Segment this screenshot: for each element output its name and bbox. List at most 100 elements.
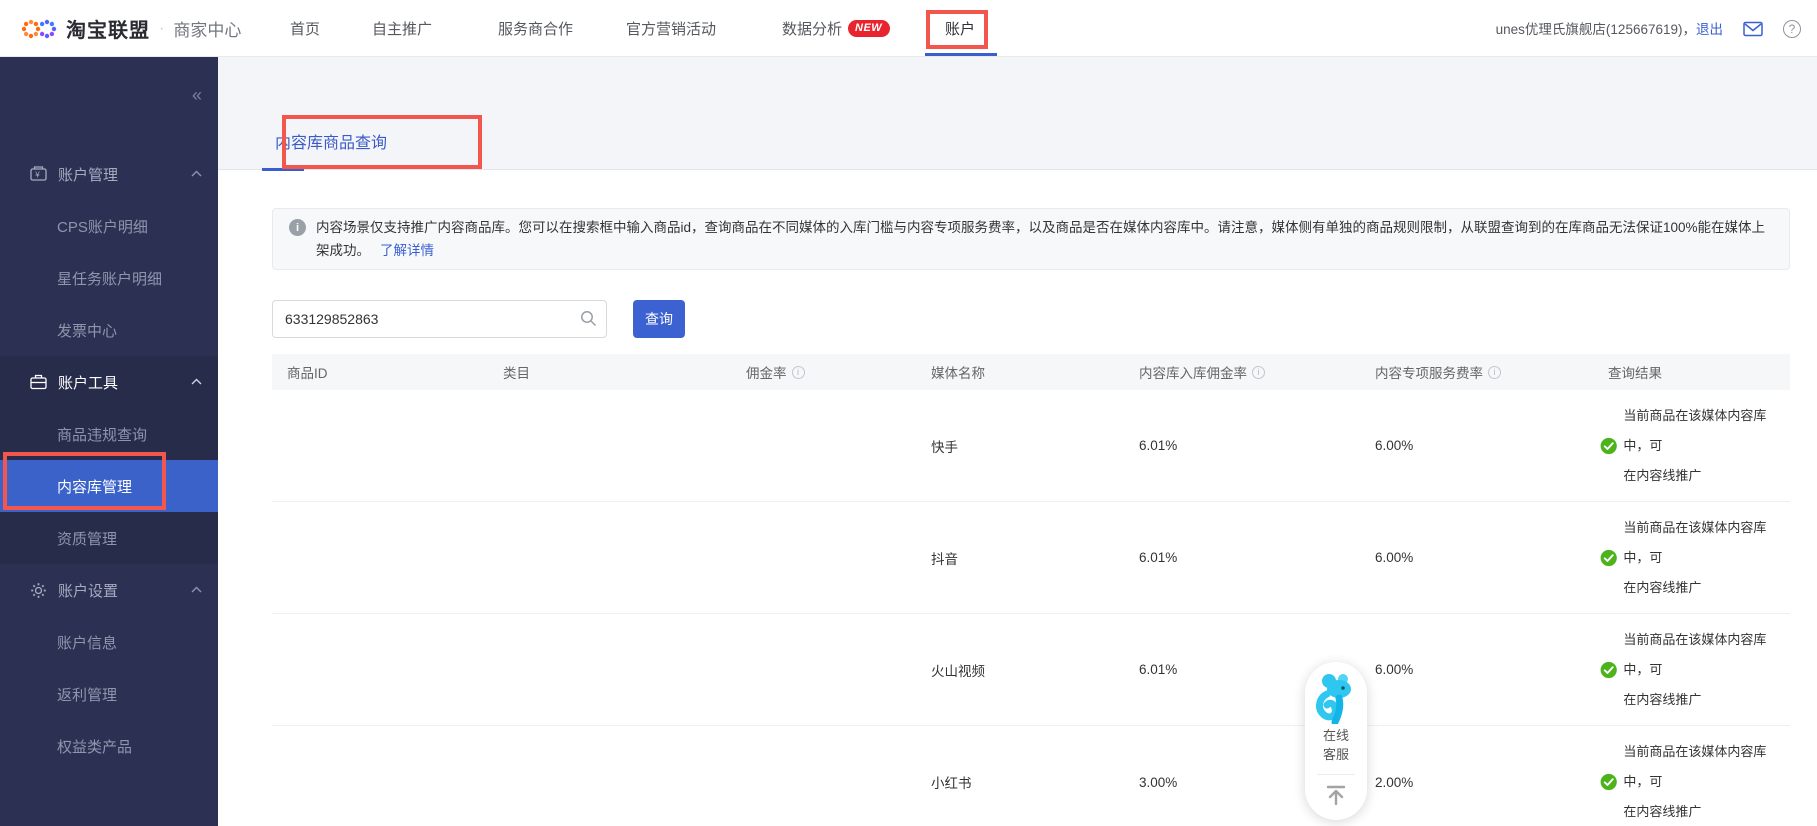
briefcase-icon xyxy=(30,374,47,390)
brand-logo[interactable]: 淘宝联盟 · 商家中心 xyxy=(20,0,241,57)
cell-service-fee: 6.00% xyxy=(1375,550,1414,565)
nav-tab-data-analysis[interactable]: 数据分析 NEW xyxy=(782,0,891,57)
sidebar-item-product-violation-query[interactable]: 商品违规查询 xyxy=(0,408,218,460)
info-icon[interactable]: i xyxy=(791,365,805,379)
brand-name: 淘宝联盟 xyxy=(66,20,150,42)
svg-text:¥: ¥ xyxy=(34,171,40,180)
sidebar-section-account-tools[interactable]: 账户工具 xyxy=(0,356,218,408)
floating-service-widget: 在线客服 xyxy=(1305,662,1367,820)
cell-query-result: 当前商品在该媒体内容库中，可 在内容线推广 xyxy=(1600,625,1782,715)
result-table: 商品ID 类目 佣金率 i 媒体名称 内容库入库佣金率 i 内容专项服务费率 i 查询… xyxy=(272,354,1790,826)
help-icon[interactable]: ? xyxy=(1783,19,1801,38)
col-label: 媒体名称 xyxy=(931,366,985,381)
sidebar-section-account-management[interactable]: ¥ 账户管理 xyxy=(0,148,218,200)
taobao-alliance-logo-icon xyxy=(21,19,57,38)
col-label: 内容库入库佣金率 xyxy=(1139,366,1247,381)
widget-divider xyxy=(1317,774,1355,775)
online-service-label[interactable]: 在线客服 xyxy=(1321,726,1351,764)
result-text: 当前商品在该媒体内容库中，可 在内容线推广 xyxy=(1623,631,1767,707)
col-label: 内容专项服务费率 xyxy=(1375,366,1483,381)
learn-more-link[interactable]: 了解详情 xyxy=(380,243,434,258)
search-icon[interactable] xyxy=(580,310,597,327)
col-label: 查询结果 xyxy=(1608,366,1662,381)
table-row: 快手 6.01% 6.00% 当前商品在该媒体内容库中，可 在内容线推广 xyxy=(272,390,1790,502)
cell-query-result: 当前商品在该媒体内容库中，可 在内容线推广 xyxy=(1600,401,1782,491)
sidebar-item-star-task-account-detail[interactable]: 星任务账户明细 xyxy=(0,252,218,304)
customer-service-mascot-icon[interactable] xyxy=(1313,672,1359,724)
col-product-id: 商品ID xyxy=(272,362,503,382)
cell-entry-commission: 6.01% xyxy=(1139,438,1178,453)
cell-media-name: 抖音 xyxy=(931,551,958,567)
sidebar-item-qualification-management[interactable]: 资质管理 xyxy=(0,512,218,564)
search-row: 查询 xyxy=(272,300,1790,338)
info-icon[interactable]: i xyxy=(1252,365,1265,379)
cell-query-result: 当前商品在该媒体内容库中，可 在内容线推广 xyxy=(1600,513,1782,603)
wallet-icon: ¥ xyxy=(30,166,47,181)
search-field-wrap xyxy=(272,300,607,338)
nav-tab-official-marketing[interactable]: 官方营销活动 xyxy=(626,0,716,57)
sidebar-item-content-library-management[interactable]: 内容库管理 xyxy=(0,460,218,512)
result-text: 当前商品在该媒体内容库中，可 在内容线推广 xyxy=(1623,519,1767,595)
sidebar-collapse-icon[interactable]: « xyxy=(192,85,202,106)
info-icon[interactable]: i xyxy=(1488,365,1501,379)
cell-media-name: 快手 xyxy=(931,439,958,455)
col-commission-rate: 佣金率 i xyxy=(746,362,931,382)
cell-media-name: 火山视频 xyxy=(931,663,985,679)
product-id-input[interactable] xyxy=(272,300,607,338)
nav-tab-account[interactable]: 账户 xyxy=(945,0,975,57)
table-row: 火山视频 6.01% 6.00% 当前商品在该媒体内容库中，可 在内容线推广 xyxy=(272,614,1790,726)
mail-icon[interactable] xyxy=(1743,21,1763,37)
top-bar-right: unes优理氏旗舰店(125667619)，退出 ? xyxy=(1496,0,1801,57)
col-label: 商品ID xyxy=(287,366,328,381)
sidebar-item-benefit-products[interactable]: 权益类产品 xyxy=(0,720,218,772)
cell-query-result: 当前商品在该媒体内容库中，可 在内容线推广 xyxy=(1600,737,1782,826)
brand-subtitle: 商家中心 xyxy=(173,21,242,40)
success-check-icon xyxy=(1600,549,1617,566)
nav-tab-data-analysis-label: 数据分析 xyxy=(782,21,843,38)
back-to-top-icon[interactable] xyxy=(1324,784,1348,806)
sidebar-menu: ¥ 账户管理 CPS账户明细 星任务账户明细 发票中心 账户工具 商品违规查询 … xyxy=(0,148,218,772)
result-text: 当前商品在该媒体内容库中，可 在内容线推广 xyxy=(1623,744,1767,819)
sidebar-item-rebate-management[interactable]: 返利管理 xyxy=(0,668,218,720)
brand-separator: · xyxy=(159,19,165,37)
col-media-name: 媒体名称 xyxy=(931,362,1139,382)
sidebar-item-account-info[interactable]: 账户信息 xyxy=(0,616,218,668)
cell-entry-commission: 6.01% xyxy=(1139,550,1178,565)
table-row: 抖音 6.01% 6.00% 当前商品在该媒体内容库中，可 在内容线推广 xyxy=(272,502,1790,614)
nav-tab-home[interactable]: 首页 xyxy=(290,0,320,57)
sidebar-item-invoice-center[interactable]: 发票中心 xyxy=(0,304,218,356)
col-entry-commission-rate: 内容库入库佣金率 i xyxy=(1139,362,1375,382)
page-title[interactable]: 内容库商品查询 xyxy=(275,129,387,153)
logout-link[interactable]: 退出 xyxy=(1696,22,1723,37)
notice-text: 内容场景仅支持推广内容商品库。您可以在搜索框中输入商品id，查询商品在不同媒体的… xyxy=(316,216,1769,262)
sidebar-section-label: 账户工具 xyxy=(58,374,119,392)
col-service-fee-rate: 内容专项服务费率 i xyxy=(1375,362,1608,382)
page-tab-indicator xyxy=(262,168,304,171)
sidebar-section-group-account-tools: 账户工具 商品违规查询 内容库管理 资质管理 xyxy=(0,356,218,564)
result-text: 当前商品在该媒体内容库中，可 在内容线推广 xyxy=(1623,407,1767,483)
chevron-up-icon[interactable] xyxy=(191,170,202,177)
content-area: i 内容场景仅支持推广内容商品库。您可以在搜索框中输入商品id，查询商品在不同媒… xyxy=(218,170,1817,826)
cell-service-fee: 2.00% xyxy=(1375,774,1414,790)
sidebar-section-label: 账户设置 xyxy=(58,582,119,600)
sidebar-section-label: 账户管理 xyxy=(58,166,119,184)
success-check-icon xyxy=(1600,661,1617,678)
new-badge: NEW xyxy=(848,20,891,37)
app-window: 淘宝联盟 · 商家中心 首页 自主推广 服务商合作 官方营销活动 数据分析 NE… xyxy=(0,0,1817,826)
success-check-icon xyxy=(1600,437,1617,454)
cell-media-name: 小红书 xyxy=(931,776,972,791)
notice-banner: i 内容场景仅支持推广内容商品库。您可以在搜索框中输入商品id，查询商品在不同媒… xyxy=(272,208,1790,270)
cell-service-fee: 6.00% xyxy=(1375,662,1414,677)
query-button[interactable]: 查询 xyxy=(633,300,685,338)
notice-body: 内容场景仅支持推广内容商品库。您可以在搜索框中输入商品id，查询商品在不同媒体的… xyxy=(316,220,1766,258)
sidebar-item-cps-account-detail[interactable]: CPS账户明细 xyxy=(0,200,218,252)
chevron-up-icon[interactable] xyxy=(191,378,202,385)
main-content: 内容库商品查询 i 内容场景仅支持推广内容商品库。您可以在搜索框中输入商品id，… xyxy=(218,57,1817,826)
account-name: unes优理氏旗舰店(125667619)， xyxy=(1495,22,1696,37)
sidebar-section-account-settings[interactable]: 账户设置 xyxy=(0,564,218,616)
table-row: 小红书 3.00% 2.00% 当前商品在该媒体内容库中，可 在内容线推广 xyxy=(272,726,1790,826)
nav-tab-service-provider[interactable]: 服务商合作 xyxy=(498,0,573,57)
cell-service-fee: 6.00% xyxy=(1375,438,1414,453)
nav-tab-self-promotion[interactable]: 自主推广 xyxy=(372,0,432,57)
chevron-up-icon[interactable] xyxy=(191,586,202,593)
